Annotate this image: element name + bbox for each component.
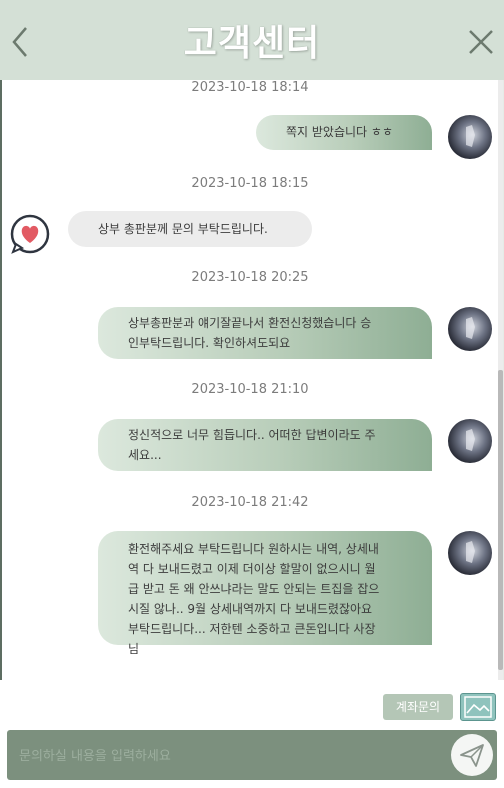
outgoing-message: 환전해주세요 부탁드립니다 원하시는 내역, 상세내 역 다 보내드렸고 이제 … bbox=[98, 531, 432, 656]
message-text: 상부 총판분께 문의 부탁드립니다. bbox=[98, 222, 268, 236]
message-line: 상부총판분과 얘기잘끝나서 환전신청했습니다 승 bbox=[128, 316, 372, 330]
message-line: 역 다 보내드렸고 이제 더이상 할말이 없으시니 월 bbox=[128, 562, 376, 576]
outgoing-message: 상부총판분과 얘기잘끝나서 환전신청했습니다 승 인부탁드립니다. 확인하셔도되… bbox=[98, 307, 432, 359]
message-timestamp: 2023-10-18 21:42 bbox=[191, 495, 309, 510]
message-line: 정신적으로 너무 힘듭니다.. 어떠한 답변이라도 주 bbox=[128, 428, 376, 442]
message-line: 인부탁드립니다. 확인하셔도되요 bbox=[128, 336, 291, 350]
message-timestamp: 2023-10-18 21:10 bbox=[191, 382, 309, 397]
message-line: 님 bbox=[128, 642, 140, 656]
header: 고객센터 bbox=[0, 0, 504, 80]
message-timestamp: 2023-10-18 18:15 bbox=[191, 176, 309, 191]
user-avatar bbox=[448, 419, 492, 463]
image-attach-button[interactable] bbox=[460, 693, 496, 721]
message-input[interactable] bbox=[17, 739, 441, 773]
close-icon bbox=[469, 30, 493, 54]
message-line: 시질 않나.. 9월 상세내역까지 다 보내드렸잖아요 bbox=[128, 602, 373, 616]
incoming-message: 상부 총판분께 문의 부탁드립니다. bbox=[68, 211, 312, 247]
user-avatar bbox=[448, 115, 492, 159]
send-button[interactable] bbox=[451, 734, 493, 776]
message-line: 급 받고 돈 왜 안쓰냐라는 말도 안되는 트집을 잡으 bbox=[128, 582, 380, 596]
user-avatar bbox=[448, 531, 492, 575]
message-timestamp: 2023-10-18 20:25 bbox=[191, 270, 309, 285]
message-line: 세요... bbox=[128, 448, 162, 462]
image-icon bbox=[464, 696, 492, 718]
message-text: 쪽지 받았습니다 ㅎㅎ bbox=[286, 125, 393, 139]
message-input-box bbox=[7, 730, 497, 780]
chat-area[interactable]: 2023-10-18 18:14 쪽지 받았습니다 ㅎㅎ 2023-10-18 … bbox=[2, 80, 498, 680]
account-inquiry-button[interactable]: 계좌문의 bbox=[383, 694, 453, 720]
scrollbar-thumb[interactable] bbox=[498, 370, 503, 670]
message-line: 부탁드립니다... 저한텐 소중하고 큰돈입니다 사장 bbox=[128, 622, 376, 636]
outgoing-message: 쪽지 받았습니다 ㅎㅎ bbox=[256, 115, 432, 150]
send-icon bbox=[460, 744, 484, 767]
message-line: 환전해주세요 부탁드립니다 원하시는 내역, 상세내 bbox=[128, 542, 379, 556]
page-title: 고객센터 bbox=[183, 23, 321, 64]
heart-avatar-icon bbox=[10, 214, 50, 254]
outgoing-message: 정신적으로 너무 힘듭니다.. 어떠한 답변이라도 주 세요... bbox=[98, 419, 432, 471]
chat-scrollbar[interactable] bbox=[498, 80, 503, 680]
user-avatar bbox=[448, 307, 492, 351]
message-timestamp: 2023-10-18 18:14 bbox=[191, 80, 309, 95]
close-button[interactable] bbox=[466, 27, 496, 57]
